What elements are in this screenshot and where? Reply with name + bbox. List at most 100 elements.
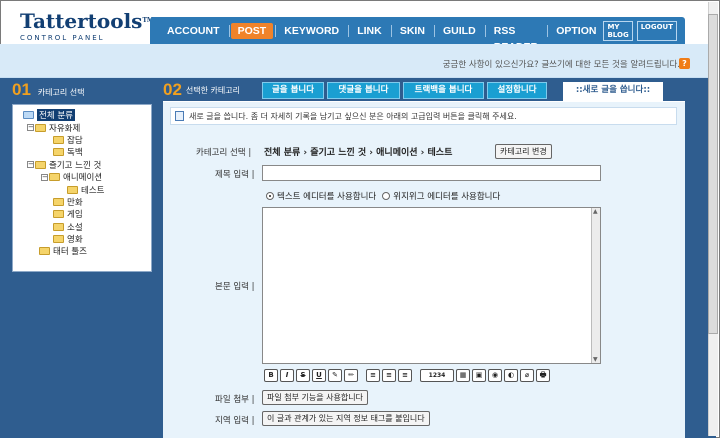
- tree-node[interactable]: 잡담: [17, 134, 147, 146]
- logo[interactable]: TattertoolsTM CONTROL PANEL: [20, 9, 154, 42]
- section-number: 01: [12, 80, 31, 99]
- category-path: 전체 분류 › 즐기고 느낀 것 › 애니메이션 › 테스트: [264, 148, 453, 158]
- tree-node[interactable]: − 즐기고 느낀 것: [17, 159, 147, 171]
- tree-node-all[interactable]: 전체 분류: [17, 109, 147, 122]
- tree-label: 자유화제: [49, 123, 81, 134]
- link-icon[interactable]: ⌀: [520, 369, 534, 382]
- numbered-list-icon[interactable]: 1234: [420, 369, 454, 382]
- logout-button[interactable]: LOGOUT: [636, 20, 678, 41]
- body-scrollbar[interactable]: [591, 208, 600, 363]
- image-icon[interactable]: ▣: [472, 369, 486, 382]
- tree-node[interactable]: 영화: [17, 233, 147, 245]
- nav-keyword[interactable]: KEYWORD: [277, 23, 346, 39]
- help-icon[interactable]: ?: [679, 58, 690, 69]
- collapse-toggle-icon[interactable]: −: [27, 161, 34, 169]
- location-label: 지역 입력 |: [215, 416, 255, 426]
- tree-label: 테스트: [81, 185, 105, 196]
- tree-label: 독백: [67, 148, 83, 159]
- wysiwyg-editor-radio[interactable]: [382, 192, 391, 200]
- collapse-toggle-icon[interactable]: −: [41, 173, 48, 181]
- print-icon[interactable]: 🖶: [536, 369, 550, 382]
- document-icon: [175, 111, 184, 121]
- tab-view-trackbacks[interactable]: 트랙백을 봅니다: [403, 82, 484, 99]
- folder-icon: [39, 247, 50, 256]
- strike-icon[interactable]: S: [296, 369, 310, 382]
- folder-icon: [23, 111, 34, 120]
- align-left-icon[interactable]: ≡: [366, 369, 380, 382]
- toolbar-spacer: [414, 369, 418, 382]
- body-textarea[interactable]: [262, 207, 601, 364]
- folder-icon: [53, 210, 64, 219]
- collapse-toggle-icon[interactable]: −: [27, 124, 34, 132]
- tree-label: 영화: [67, 235, 83, 246]
- location-tag-button[interactable]: 이 글과 관계가 있는 지역 정보 태그를 붙입니다: [262, 411, 430, 426]
- underline-icon[interactable]: U: [312, 369, 326, 382]
- tree-node[interactable]: 만화: [17, 196, 147, 208]
- tree-node[interactable]: 테스트: [17, 183, 147, 196]
- tree-node[interactable]: 독백: [17, 146, 147, 158]
- text-editor-label: 텍스트 에디터를 사용합니다: [277, 192, 377, 202]
- format-toolbar: B I S U ✎ ✏ ≡ ≡ ≡ 1234 ▦ ▣ ◉ ◐ ⌀ 🖶: [264, 369, 550, 382]
- title-input[interactable]: [262, 165, 601, 181]
- category-tree: 전체 분류 − 자유화제 잡담 독백 − 즐기고 느낀 것 − 애니메이션 테스트 만…: [12, 104, 152, 272]
- category-section-header: 01 카테고리 선택: [12, 80, 85, 100]
- folder-icon: [49, 173, 60, 182]
- tab-view-comments[interactable]: 댓글을 봅니다: [327, 82, 400, 99]
- tab-settings[interactable]: 설정합니다: [487, 82, 547, 99]
- pen-icon[interactable]: ✎: [328, 369, 342, 382]
- nav-guild[interactable]: GUILD: [436, 23, 483, 39]
- tree-label: 태터 툴즈: [53, 247, 87, 258]
- tree-label: 소설: [67, 222, 83, 233]
- folder-icon: [53, 148, 64, 157]
- category-label: 카테고리 선택 |: [196, 148, 252, 158]
- tree-label: 전체 분류: [37, 109, 75, 122]
- editor-type-options: 텍스트 에디터를 사용합니다 위지위그 에디터를 사용합니다: [266, 190, 500, 202]
- nav-skin[interactable]: SKIN: [393, 23, 432, 39]
- color-icon[interactable]: ◐: [504, 369, 518, 382]
- tree-node[interactable]: − 애니메이션: [17, 171, 147, 183]
- logo-subtitle: CONTROL PANEL: [20, 34, 105, 42]
- tree-node[interactable]: − 자유화제: [17, 121, 147, 134]
- tree-label: 애니메이션: [63, 173, 103, 184]
- folder-icon: [53, 222, 64, 231]
- file-label: 파일 첨부 |: [215, 395, 255, 405]
- bold-icon[interactable]: B: [264, 369, 278, 382]
- title-label: 제목 입력 |: [215, 170, 255, 180]
- info-bar: 새로 글을 씁니다. 좀 더 자세히 기록을 남기고 싶으신 분은 아래의 고급…: [170, 107, 677, 125]
- page-scroll-thumb[interactable]: [708, 14, 718, 334]
- nav-account[interactable]: ACCOUNT: [160, 23, 227, 39]
- editor-section-header: 02 선택한 카테고리: [163, 80, 240, 100]
- tab-view-posts[interactable]: 글을 봅니다: [262, 82, 324, 99]
- align-right-icon[interactable]: ≡: [398, 369, 412, 382]
- highlight-icon[interactable]: ✏: [344, 369, 358, 382]
- help-notice[interactable]: 궁금한 사항이 있으신가요? 글쓰기에 대한 모든 것을 알려드립니다.: [443, 58, 680, 70]
- folder-icon: [53, 197, 64, 206]
- media-icon[interactable]: ◉: [488, 369, 502, 382]
- italic-icon[interactable]: I: [280, 369, 294, 382]
- tree-label: 만화: [67, 197, 83, 208]
- section-number: 02: [163, 80, 182, 99]
- tab-write-new[interactable]: ::새로 글을 씁니다::: [563, 82, 663, 101]
- table-icon[interactable]: ▦: [456, 369, 470, 382]
- tree-node[interactable]: 태터 툴즈: [17, 245, 147, 257]
- text-editor-radio[interactable]: [266, 192, 274, 200]
- tree-label: 게임: [67, 210, 83, 221]
- my-blog-button[interactable]: MY BLOG: [603, 20, 633, 41]
- folder-icon: [35, 160, 46, 169]
- toolbar-spacer: [360, 369, 364, 382]
- folder-icon: [53, 135, 64, 144]
- tree-node[interactable]: 게임: [17, 208, 147, 220]
- account-links: MY BLOG LOGOUT: [603, 20, 678, 41]
- file-attach-button[interactable]: 파일 첨부 기능을 사용합니다: [262, 390, 368, 405]
- body-label: 본문 입력 |: [215, 282, 255, 292]
- nav-link[interactable]: LINK: [350, 23, 389, 39]
- nav-option[interactable]: OPTION: [549, 23, 603, 39]
- align-center-icon[interactable]: ≡: [382, 369, 396, 382]
- change-category-button[interactable]: 카테고리 변경: [495, 144, 552, 159]
- tree-node[interactable]: 소설: [17, 221, 147, 233]
- nav-post[interactable]: POST: [230, 22, 274, 39]
- section-label: 카테고리 선택: [37, 88, 85, 97]
- logo-title: TattertoolsTM: [20, 9, 154, 33]
- tree-label: 즐기고 느낀 것: [49, 160, 102, 171]
- nav-rss-reader[interactable]: RSS READER: [487, 23, 545, 53]
